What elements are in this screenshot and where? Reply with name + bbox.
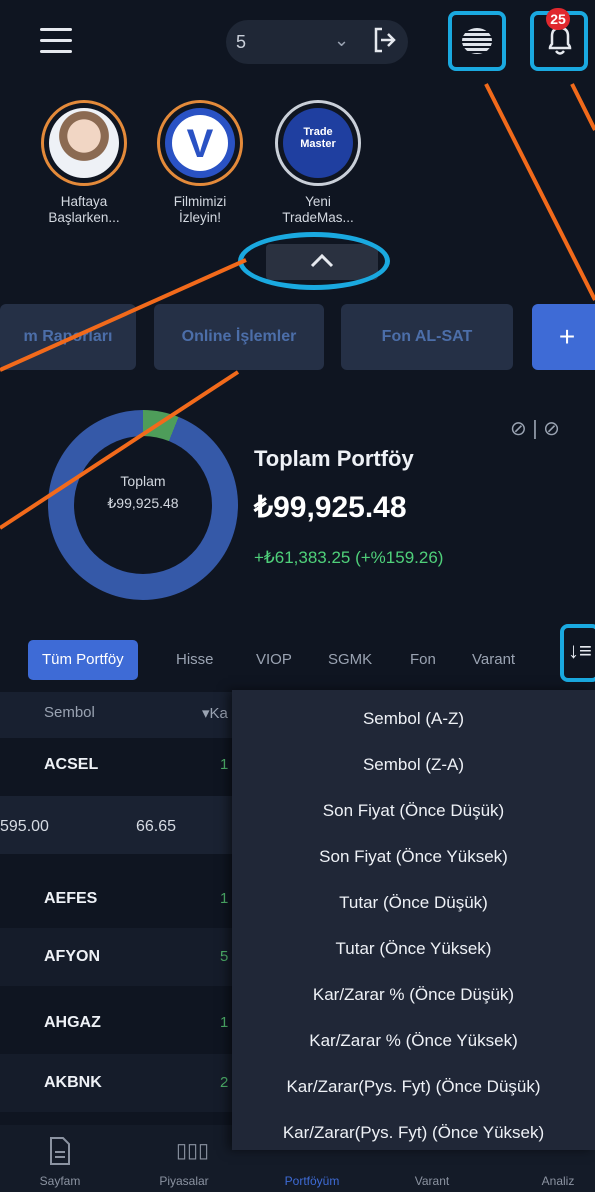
annotation-lines [0, 83, 595, 530]
